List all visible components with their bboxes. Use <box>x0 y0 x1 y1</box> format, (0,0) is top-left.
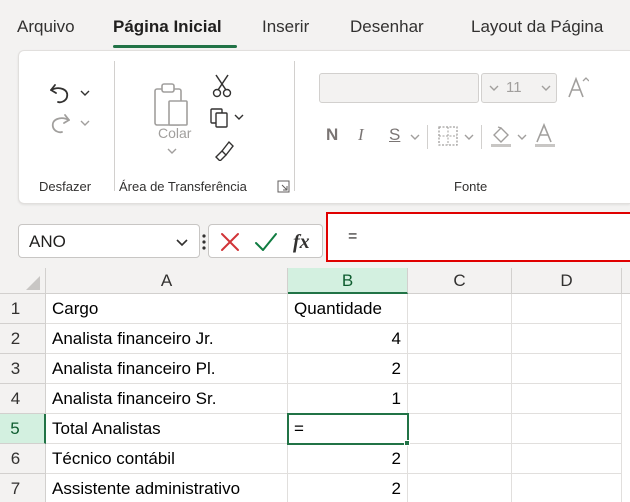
cell-a3[interactable]: Analista financeiro Pl. <box>46 354 288 384</box>
cell-c1[interactable] <box>408 294 512 324</box>
font-group-label: Fonte <box>454 179 488 194</box>
cell-a2[interactable]: Analista financeiro Jr. <box>46 324 288 354</box>
row-header-5[interactable]: 5 <box>0 414 46 444</box>
font-size-value: 11 <box>506 79 522 96</box>
italic-button[interactable]: I <box>358 125 364 145</box>
select-all-corner[interactable] <box>0 268 46 294</box>
cell-d3[interactable] <box>512 354 622 384</box>
font-name-dropdown[interactable] <box>319 73 479 103</box>
row-header-2[interactable]: 2 <box>0 324 46 354</box>
fill-color-bucket-icon[interactable] <box>489 123 513 149</box>
cell-c2[interactable] <box>408 324 512 354</box>
tab-desenhar[interactable]: Desenhar <box>350 17 424 37</box>
clipboard-group-label: Área de Transferência <box>119 179 247 194</box>
cell-a5[interactable]: Total Analistas <box>46 414 288 444</box>
borders-icon[interactable] <box>437 125 459 147</box>
row-header-3[interactable]: 3 <box>0 354 46 384</box>
cut-scissors-icon[interactable] <box>211 73 233 99</box>
cell-d4[interactable] <box>512 384 622 414</box>
cell-b6[interactable]: 2 <box>288 444 408 474</box>
paste-button-label[interactable]: Colar <box>158 125 191 141</box>
ribbon-panel: Desfazer Colar Área de Transferência 11 … <box>18 50 630 204</box>
cell-c5[interactable] <box>408 414 512 444</box>
cell-b7[interactable]: 2 <box>288 474 408 502</box>
column-header-partial[interactable] <box>622 268 630 294</box>
font-size-chevron-icon <box>489 85 499 91</box>
font-format-divider <box>427 125 428 149</box>
tab-layout-da-pagina[interactable]: Layout da Página <box>471 17 603 37</box>
group-divider <box>294 61 295 191</box>
column-header-b[interactable]: B <box>288 268 408 294</box>
cell-c3[interactable] <box>408 354 512 384</box>
tab-pagina-inicial[interactable]: Página Inicial <box>113 17 222 37</box>
fill-color-dropdown-chevron-icon[interactable] <box>516 133 528 141</box>
name-box[interactable]: ANO <box>18 224 200 258</box>
column-header-a[interactable]: A <box>46 268 288 294</box>
cell-b4[interactable]: 1 <box>288 384 408 414</box>
more-options-icon[interactable] <box>200 232 208 252</box>
underline-button[interactable]: S <box>389 125 400 145</box>
spreadsheet-grid: A B C D 1 Cargo Quantidade 2 Analista fi… <box>0 268 630 502</box>
cell-b2[interactable]: 4 <box>288 324 408 354</box>
fill-handle[interactable] <box>404 440 410 446</box>
ribbon: Desfazer Colar Área de Transferência 11 … <box>0 50 630 210</box>
cell-c6[interactable] <box>408 444 512 474</box>
copy-dropdown-chevron-icon[interactable] <box>233 113 245 121</box>
name-box-chevron-down-icon[interactable] <box>175 238 189 247</box>
undo-group-label: Desfazer <box>39 179 92 194</box>
column-header-d[interactable]: D <box>512 268 622 294</box>
formula-input[interactable]: = <box>326 212 630 262</box>
ribbon-tabs: Arquivo Página Inicial Inserir Desenhar … <box>0 0 630 50</box>
cell-a4[interactable]: Analista financeiro Sr. <box>46 384 288 414</box>
cell-a7[interactable]: Assistente administrativo <box>46 474 288 502</box>
svg-text:fx: fx <box>293 231 310 253</box>
cell-d5[interactable] <box>512 414 622 444</box>
cell-c7[interactable] <box>408 474 512 502</box>
cell-c4[interactable] <box>408 384 512 414</box>
cancel-x-icon[interactable] <box>219 231 241 253</box>
cell-a1[interactable]: Cargo <box>46 294 288 324</box>
active-tab-indicator <box>113 45 237 48</box>
row-header-1[interactable]: 1 <box>0 294 46 324</box>
cell-a6[interactable]: Técnico contábil <box>46 444 288 474</box>
font-color-icon[interactable] <box>534 123 556 149</box>
font-size-dropdown[interactable]: 11 <box>481 73 557 103</box>
row-header-7[interactable]: 7 <box>0 474 46 502</box>
row-header-4[interactable]: 4 <box>0 384 46 414</box>
undo-icon[interactable] <box>47 81 73 105</box>
insert-function-fx-icon[interactable]: fx <box>291 230 317 254</box>
font-size-dropdown-chevron-icon <box>541 85 551 91</box>
tab-inserir[interactable]: Inserir <box>262 17 309 37</box>
borders-dropdown-chevron-icon[interactable] <box>463 133 475 141</box>
paste-dropdown-chevron-icon[interactable] <box>166 147 178 155</box>
dialog-launcher-icon[interactable] <box>277 180 290 193</box>
copy-icon[interactable] <box>209 107 231 129</box>
cell-b3[interactable]: 2 <box>288 354 408 384</box>
formula-actions: fx <box>208 224 323 258</box>
name-box-value: ANO <box>29 232 66 251</box>
increase-font-size-icon[interactable] <box>567 75 589 99</box>
row-header-6[interactable]: 6 <box>0 444 46 474</box>
font-format-divider <box>481 125 482 149</box>
cell-d6[interactable] <box>512 444 622 474</box>
group-divider <box>114 61 115 191</box>
formula-text: = <box>348 228 358 245</box>
underline-dropdown-chevron-icon[interactable] <box>409 133 421 141</box>
cell-d2[interactable] <box>512 324 622 354</box>
paste-clipboard-icon[interactable] <box>151 81 191 129</box>
column-header-c[interactable]: C <box>408 268 512 294</box>
cell-d1[interactable] <box>512 294 622 324</box>
tab-arquivo[interactable]: Arquivo <box>17 17 75 37</box>
select-all-triangle-icon <box>26 276 40 290</box>
redo-dropdown-chevron-icon[interactable] <box>79 119 91 127</box>
bold-button[interactable]: N <box>326 125 338 145</box>
format-painter-brush-icon[interactable] <box>212 139 234 161</box>
undo-dropdown-chevron-icon[interactable] <box>79 89 91 97</box>
redo-icon[interactable] <box>47 111 73 135</box>
cell-b5[interactable]: = <box>288 414 408 444</box>
cell-b1[interactable]: Quantidade <box>288 294 408 324</box>
enter-check-icon[interactable] <box>254 231 278 253</box>
cell-d7[interactable] <box>512 474 622 502</box>
